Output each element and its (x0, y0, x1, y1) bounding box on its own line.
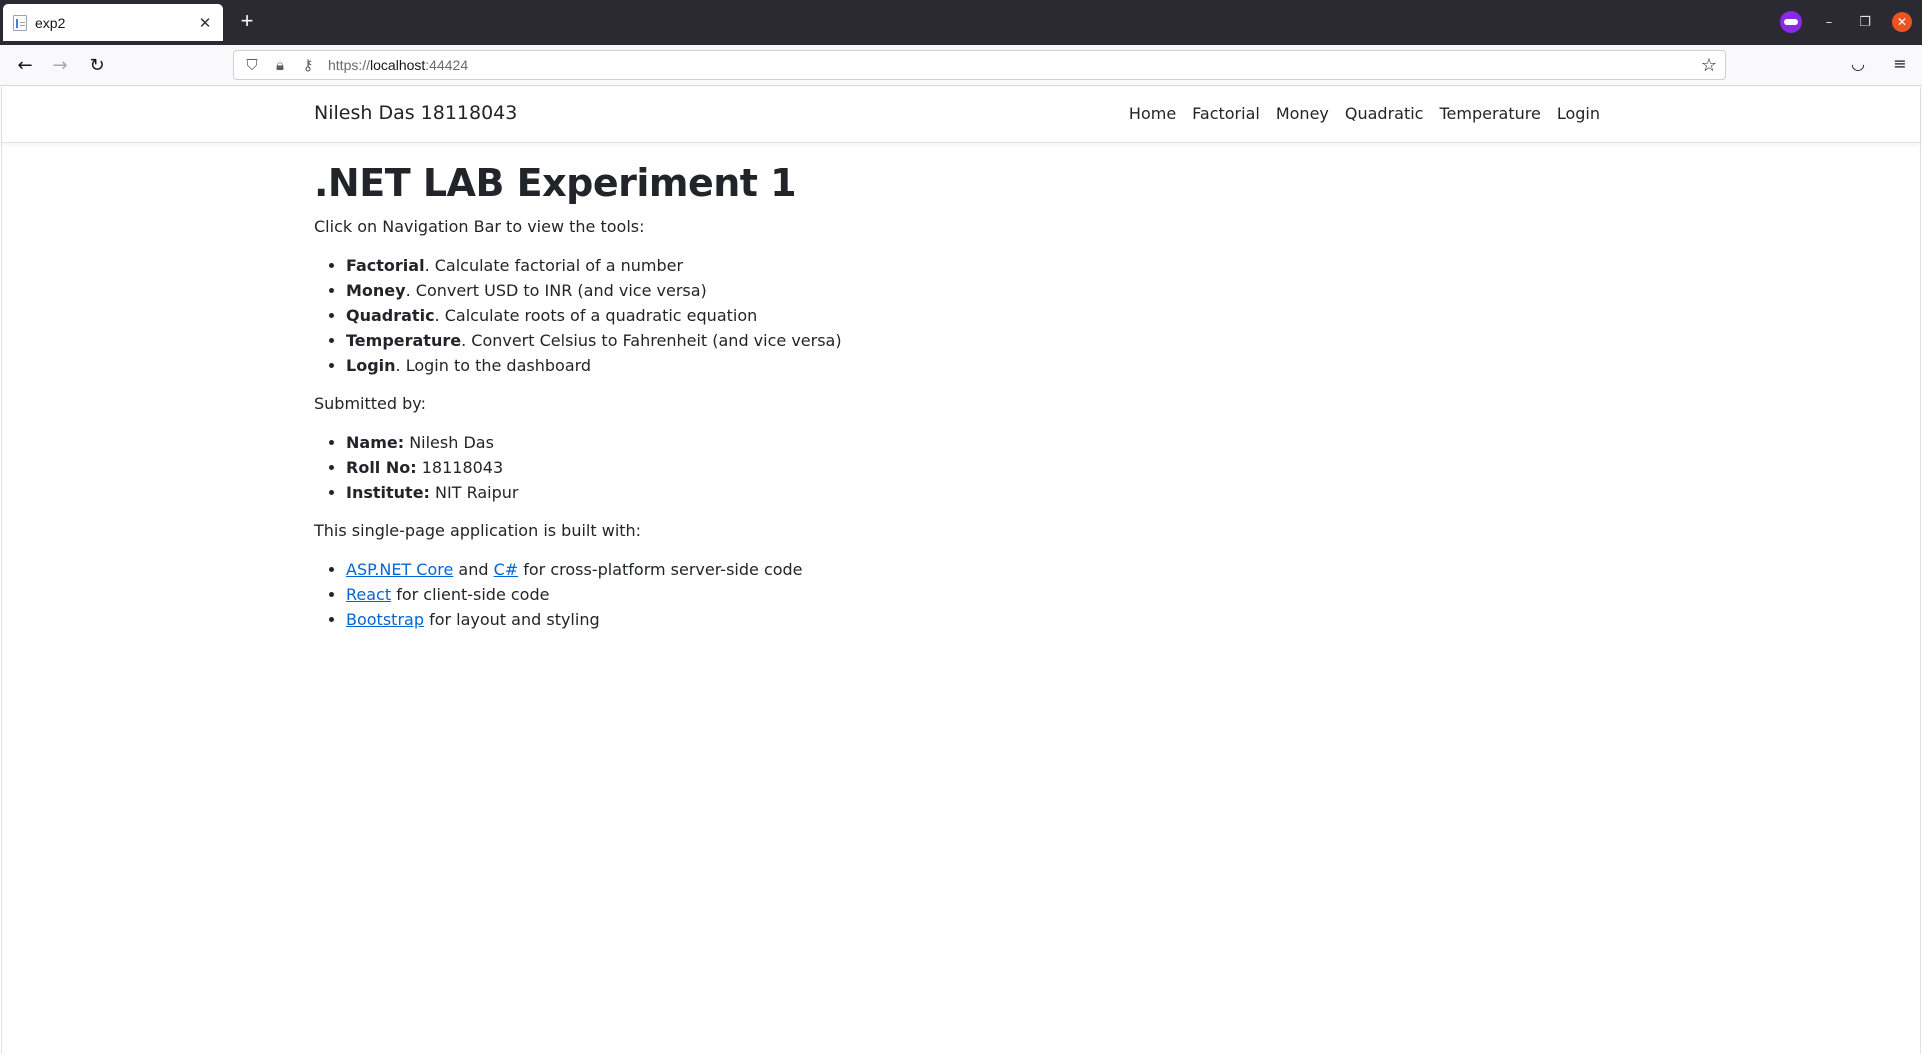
submitter-value: NIT Raipur (429, 483, 519, 502)
bookmark-star-icon[interactable]: ☆ (1701, 55, 1717, 76)
list-item: Money. Convert USD to INR (and vice vers… (346, 278, 1214, 303)
submitter-label: Name: (346, 433, 405, 452)
nav-home[interactable]: Home (1129, 104, 1176, 123)
minimize-button[interactable]: – (1820, 15, 1838, 30)
nav-login[interactable]: Login (1557, 104, 1600, 123)
nav-factorial[interactable]: Factorial (1192, 104, 1260, 123)
submitter-value: Nilesh Das (404, 433, 494, 452)
tool-desc: . Calculate roots of a quadratic equatio… (434, 306, 758, 325)
list-item: Factorial. Calculate factorial of a numb… (346, 253, 1214, 278)
tool-desc: . Calculate factorial of a number (424, 256, 684, 275)
connector-text: and (453, 560, 494, 579)
tool-name: Login (346, 356, 396, 375)
tool-name: Quadratic (346, 306, 435, 325)
bootstrap-link[interactable]: Bootstrap (346, 610, 424, 629)
close-window-button[interactable]: ✕ (1892, 12, 1912, 32)
forward-arrow-icon[interactable]: → (48, 54, 72, 78)
built-desc: for layout and styling (423, 610, 600, 629)
url-scheme: https:// (328, 57, 371, 73)
list-item: Institute: NIT Raipur (346, 480, 1214, 505)
nav-money[interactable]: Money (1276, 104, 1329, 123)
url-port: :44424 (425, 57, 469, 73)
private-browsing-icon (1780, 11, 1802, 33)
browser-tab[interactable]: exp2 ✕ (3, 4, 223, 41)
aspnet-core-link[interactable]: ASP.NET Core (346, 560, 453, 579)
key-icon[interactable]: ⚷ (300, 56, 316, 74)
tool-name: Money (346, 281, 406, 300)
submitted-label: Submitted by: (314, 394, 426, 413)
browser-toolbar: ← → ↻ ⛉ 🔒︎ ⚷ https://localhost:44424 ☆ ◡… (0, 45, 1922, 86)
url-text[interactable]: https://localhost:44424 (328, 57, 468, 73)
url-host: localhost (370, 57, 426, 73)
main-content: .NET LAB Experiment 1 Click on Navigatio… (314, 161, 1214, 646)
page-viewport: Nilesh Das 18118043 Home Factorial Money… (1, 87, 1921, 1054)
back-arrow-icon[interactable]: ← (13, 54, 37, 78)
submitter-list: Name: Nilesh Das Roll No: 18118043 Insti… (346, 430, 1214, 505)
page-icon (13, 14, 27, 31)
submitter-label: Institute: (346, 483, 430, 502)
pocket-icon[interactable]: ◡ (1848, 54, 1868, 73)
built-with-label: This single-page application is built wi… (314, 521, 642, 540)
address-bar[interactable]: ⛉ 🔒︎ ⚷ https://localhost:44424 ☆ (233, 50, 1726, 80)
list-item: Quadratic. Calculate roots of a quadrati… (346, 303, 1214, 328)
browser-tabbar: exp2 ✕ + – ❐ ✕ (0, 0, 1922, 45)
lock-icon[interactable]: 🔒︎ (272, 56, 288, 74)
tool-name: Factorial (346, 256, 425, 275)
toolbar-right: ◡ ≡ (1848, 54, 1910, 73)
list-item: Bootstrap for layout and styling (346, 607, 1214, 632)
submitter-label: Roll No: (346, 458, 417, 477)
nav-temperature[interactable]: Temperature (1439, 104, 1540, 123)
menu-icon[interactable]: ≡ (1890, 54, 1910, 73)
list-item: React for client-side code (346, 582, 1214, 607)
shield-icon[interactable]: ⛉ (244, 56, 260, 74)
restore-button[interactable]: ❐ (1856, 15, 1874, 30)
reload-icon[interactable]: ↻ (85, 54, 109, 78)
window-controls: – ❐ ✕ (1780, 11, 1912, 33)
built-with-list: ASP.NET Core and C# for cross-platform s… (346, 557, 1214, 632)
list-item: Roll No: 18118043 (346, 455, 1214, 480)
new-tab-button[interactable]: + (235, 10, 259, 34)
site-brand[interactable]: Nilesh Das 18118043 (314, 102, 517, 124)
tool-desc: . Convert USD to INR (and vice versa) (405, 281, 707, 300)
tool-desc: . Login to the dashboard (395, 356, 592, 375)
intro-text: Click on Navigation Bar to view the tool… (314, 217, 645, 236)
site-menu: Home Factorial Money Quadratic Temperatu… (1129, 104, 1600, 123)
csharp-link[interactable]: C# (494, 560, 519, 579)
submitter-value: 18118043 (416, 458, 504, 477)
react-link[interactable]: React (346, 585, 391, 604)
tab-title: exp2 (35, 14, 66, 31)
page-title: .NET LAB Experiment 1 (314, 161, 797, 205)
close-tab-icon[interactable]: ✕ (197, 14, 213, 32)
list-item: Name: Nilesh Das (346, 430, 1214, 455)
list-item: Temperature. Convert Celsius to Fahrenhe… (346, 328, 1214, 353)
nav-quadratic[interactable]: Quadratic (1345, 104, 1424, 123)
tool-name: Temperature (346, 331, 462, 350)
built-desc: for client-side code (391, 585, 550, 604)
tools-list: Factorial. Calculate factorial of a numb… (346, 253, 1214, 378)
tool-desc: . Convert Celsius to Fahrenheit (and vic… (461, 331, 842, 350)
built-desc: for cross-platform server-side code (518, 560, 803, 579)
site-navbar: Nilesh Das 18118043 Home Factorial Money… (2, 87, 1920, 143)
list-item: Login. Login to the dashboard (346, 353, 1214, 378)
list-item: ASP.NET Core and C# for cross-platform s… (346, 557, 1214, 582)
